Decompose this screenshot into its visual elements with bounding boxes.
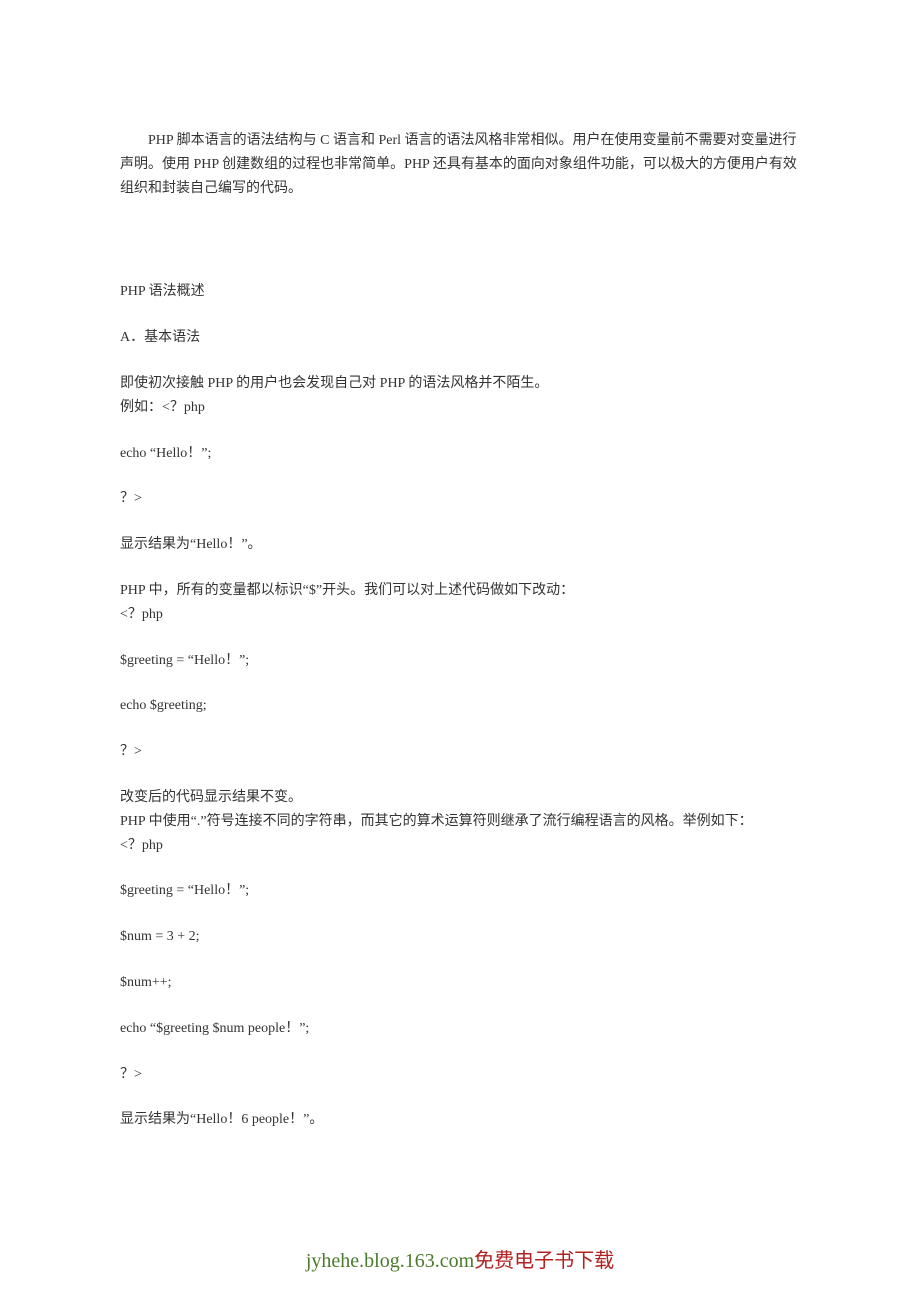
code-line: ？> bbox=[120, 740, 800, 764]
document-page: PHP 脚本语言的语法结构与 C 语言和 Perl 语言的语法风格非常相似。用户… bbox=[0, 0, 920, 1194]
code-line: $greeting = “Hello！”; bbox=[120, 649, 800, 673]
footer-url: jyhehe.blog.163.com bbox=[306, 1250, 474, 1272]
body-text: 显示结果为“Hello！6 people！”。 bbox=[120, 1108, 800, 1132]
intro-paragraph: PHP 脚本语言的语法结构与 C 语言和 Perl 语言的语法风格非常相似。用户… bbox=[120, 129, 800, 200]
code-line: <？php bbox=[120, 834, 800, 858]
section-title: PHP 语法概述 bbox=[120, 280, 800, 304]
footer-tagline: 免费电子书下载 bbox=[474, 1250, 614, 1272]
code-line: ？> bbox=[120, 1063, 800, 1087]
subsection-heading: A．基本语法 bbox=[120, 326, 800, 350]
body-text: 改变后的代码显示结果不变。 bbox=[120, 786, 800, 810]
code-line: ？> bbox=[120, 487, 800, 511]
code-line: $num = 3 + 2; bbox=[120, 925, 800, 949]
code-line: <？php bbox=[120, 603, 800, 627]
body-text: PHP 中，所有的变量都以标识“$”开头。我们可以对上述代码做如下改动： bbox=[120, 579, 800, 603]
body-text: 显示结果为“Hello！”。 bbox=[120, 533, 800, 557]
code-line: echo “$greeting $num people！”; bbox=[120, 1017, 800, 1041]
code-line: echo “Hello！”; bbox=[120, 442, 800, 466]
code-line: $greeting = “Hello！”; bbox=[120, 879, 800, 903]
code-line: echo $greeting; bbox=[120, 694, 800, 718]
code-line: 例如：<？php bbox=[120, 396, 800, 420]
body-text: 即使初次接触 PHP 的用户也会发现自己对 PHP 的语法风格并不陌生。 bbox=[120, 372, 800, 396]
code-line: $num++; bbox=[120, 971, 800, 995]
body-text: PHP 中使用“.”符号连接不同的字符串，而其它的算术运算符则继承了流行编程语言… bbox=[120, 810, 800, 834]
page-footer: jyhehe.blog.163.com免费电子书下载 bbox=[0, 1194, 920, 1293]
